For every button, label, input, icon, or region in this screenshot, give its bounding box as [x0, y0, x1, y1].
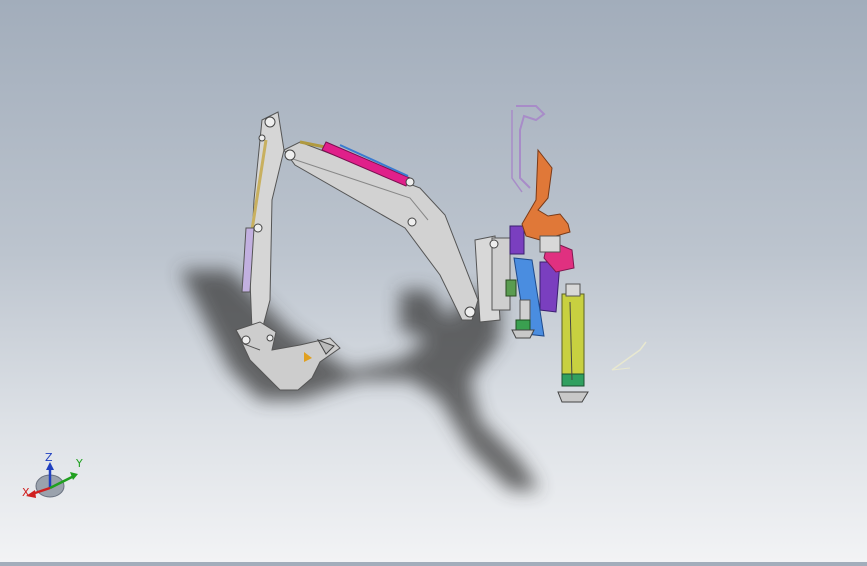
x-axis-label: X [22, 486, 30, 499]
reference-triad: X Y Z [18, 450, 88, 510]
sketch-origin [611, 341, 647, 371]
3d-viewport[interactable] [0, 0, 867, 562]
z-axis-label: Z [45, 451, 53, 464]
dipper-arm[interactable] [249, 111, 285, 331]
y-axis-label: Y [76, 457, 83, 470]
seat-frame[interactable] [521, 148, 575, 273]
